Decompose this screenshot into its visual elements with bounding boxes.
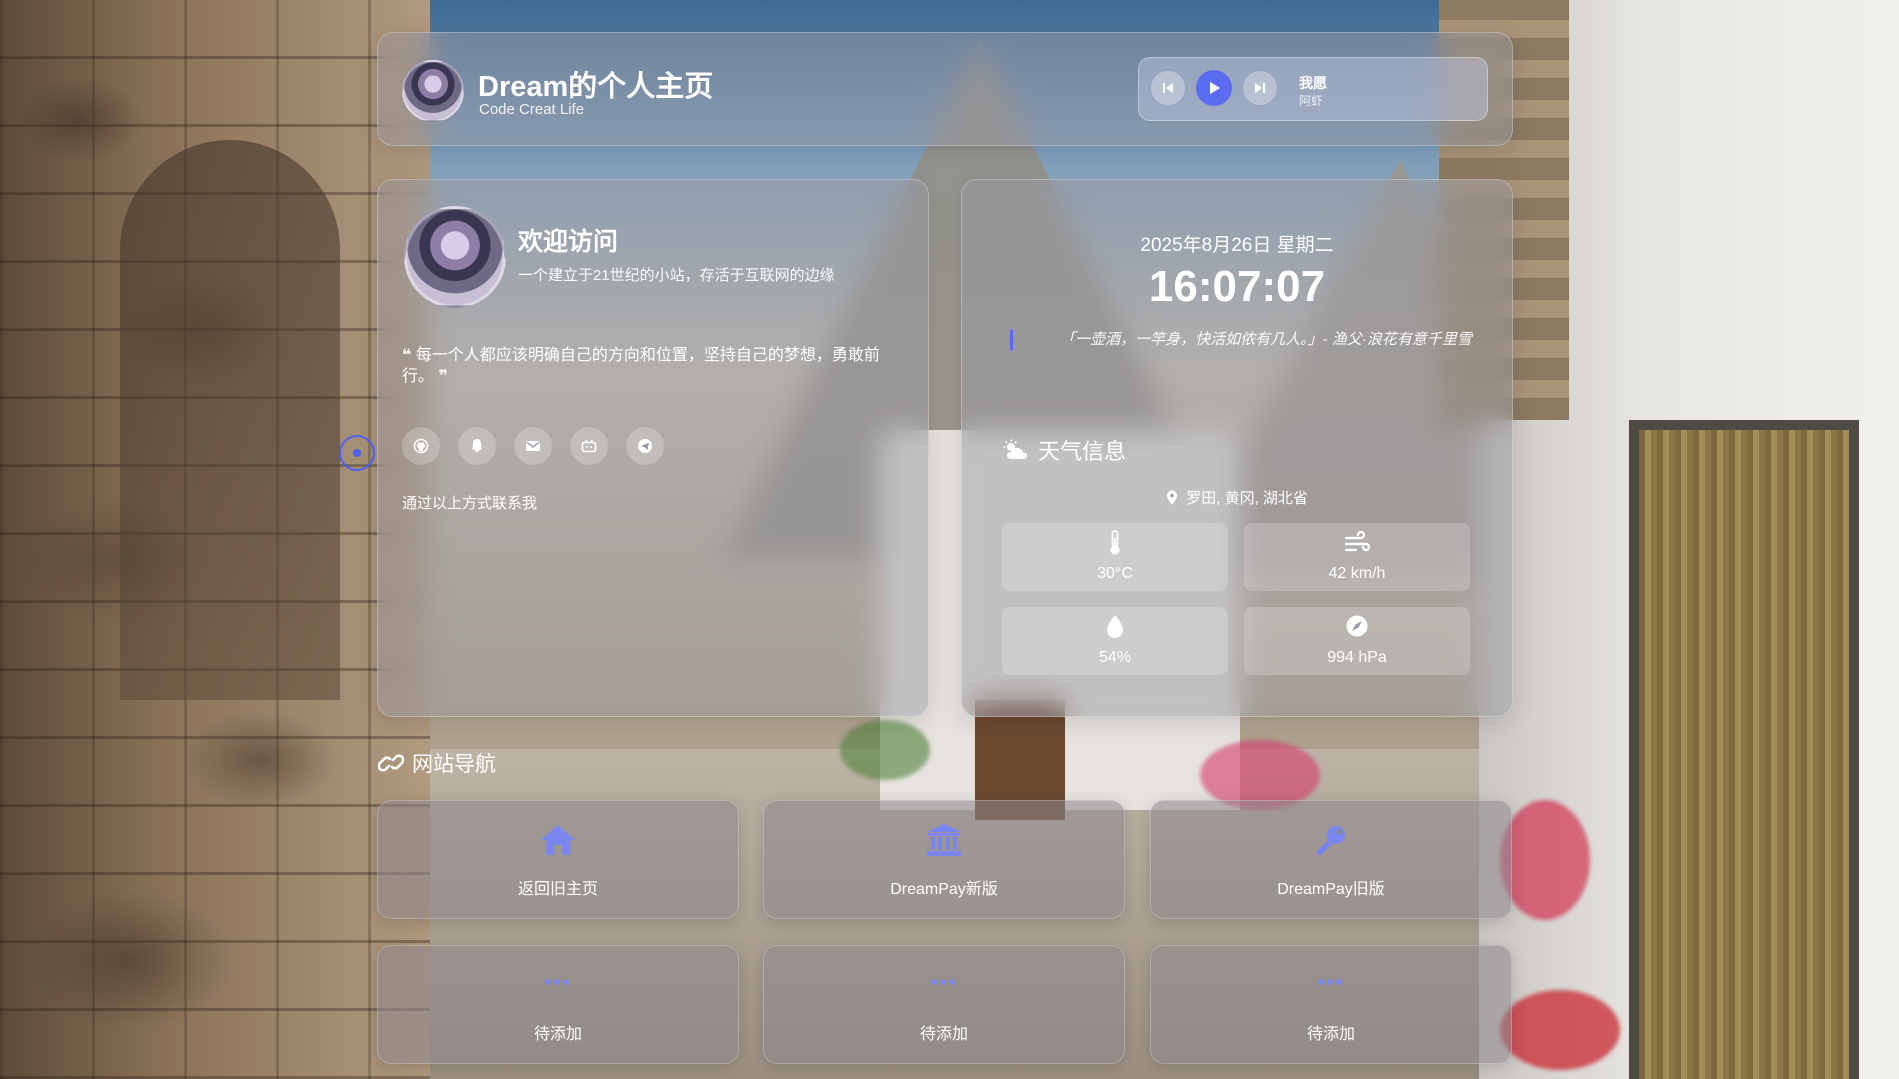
header-avatar[interactable] — [402, 60, 464, 122]
weather-heading: 天气信息 — [1002, 434, 1126, 466]
nav-card-label: 待添加 — [533, 1026, 582, 1043]
ellipsis-icon: ••• — [544, 972, 572, 994]
welcome-heading: 欢迎访问 — [518, 228, 619, 256]
song-artist: 阿虾 — [1299, 94, 1324, 108]
next-icon — [1255, 83, 1265, 93]
ellipsis-icon: ••• — [930, 972, 958, 994]
pressure-value: 994 hPa — [1327, 649, 1387, 666]
weather-location: 罗田, 黄冈, 湖北省 — [962, 487, 1512, 508]
weather-wind: 42 km/h — [1244, 523, 1470, 591]
temperature-value: 30°C — [1097, 565, 1133, 582]
play-icon — [1210, 82, 1220, 94]
nav-card-label: 返回旧主页 — [517, 881, 598, 898]
song-title: 我愿 — [1299, 75, 1327, 91]
social-links — [402, 427, 664, 465]
quote-open-icon: ❝ — [402, 347, 412, 364]
nav-card-dreampay-new[interactable]: DreamPay新版 — [763, 800, 1125, 919]
email-link[interactable] — [514, 427, 552, 465]
pressure-icon — [1346, 615, 1368, 637]
nav-card-label: 待添加 — [919, 1026, 968, 1043]
map-pin-icon — [1167, 490, 1178, 505]
weather-temperature: 30°C — [1002, 523, 1228, 591]
weather-pressure: 994 hPa — [1244, 607, 1470, 675]
prev-icon — [1163, 83, 1173, 93]
contact-note: 通过以上方式联系我 — [402, 495, 538, 512]
github-icon — [413, 438, 429, 454]
profile-tagline: 一个建立于21世纪的小站，存活于互联网的边缘 — [518, 267, 835, 284]
current-date: 2025年8月26日 星期二 — [1140, 235, 1334, 256]
qq-icon — [472, 439, 482, 452]
header-bar: Dream的个人主页 Code Creat Life 我愿 阿虾 — [377, 32, 1513, 146]
nav-card-placeholder-2[interactable]: ••• 待添加 — [763, 945, 1125, 1064]
location-text: 罗田, 黄冈, 湖北省 — [1186, 490, 1308, 507]
nav-card-dreampay-old[interactable]: DreamPay旧版 — [1150, 800, 1512, 919]
site-title: Dream的个人主页 — [478, 71, 714, 103]
nav-card-placeholder-1[interactable]: ••• 待添加 — [377, 945, 739, 1064]
prev-track-button[interactable] — [1151, 71, 1185, 105]
home-icon — [541, 825, 575, 855]
bank-icon — [927, 824, 961, 856]
nav-card-label: 待添加 — [1306, 1026, 1355, 1043]
cursor-ring-icon — [339, 435, 375, 471]
cloud-sun-icon — [1003, 439, 1027, 459]
info-card: 2025年8月26日 星期二 16:07:07 「一壶酒，一竿身，快活如侬有几人… — [961, 179, 1513, 717]
current-time: 16:07:07 — [1148, 262, 1326, 311]
telegram-icon — [638, 439, 652, 453]
ellipsis-icon: ••• — [1317, 972, 1345, 994]
motto-text: 每一个人都应该明确自己的方向和位置，坚持自己的梦想，勇敢前行。 — [402, 347, 880, 385]
weather-title-text: 天气信息 — [1038, 439, 1127, 464]
play-button[interactable] — [1196, 70, 1232, 106]
weather-humidity: 54% — [1002, 607, 1228, 675]
humidity-value: 54% — [1098, 649, 1132, 666]
telegram-link[interactable] — [626, 427, 664, 465]
email-icon — [526, 441, 540, 451]
bilibili-icon — [581, 439, 597, 453]
music-player: 我愿 阿虾 — [1138, 57, 1488, 121]
nav-card-label: DreamPay新版 — [890, 881, 998, 898]
qq-link[interactable] — [458, 427, 496, 465]
motto-quote: ❝ 每一个人都应该明确自己的方向和位置，坚持自己的梦想，勇敢前行。 ❞ — [402, 345, 902, 387]
github-link[interactable] — [402, 427, 440, 465]
nav-card-label: DreamPay旧版 — [1277, 881, 1385, 898]
thermometer-icon — [1110, 530, 1120, 555]
profile-avatar — [404, 206, 506, 308]
profile-card: 欢迎访问 一个建立于21世纪的小站，存活于互联网的边缘 ❝ 每一个人都应该明确自… — [377, 179, 929, 717]
weather-grid: 30°C 42 km/h 54% 994 hPa — [1002, 523, 1470, 675]
wind-value: 42 km/h — [1328, 565, 1386, 582]
poem-quote: 「一壶酒，一竿身，快活如侬有几人。」- 渔父·浪花有意千里雪 — [1010, 330, 1501, 350]
bilibili-link[interactable] — [570, 427, 608, 465]
next-track-button[interactable] — [1243, 71, 1277, 105]
nav-card-placeholder-3[interactable]: ••• 待添加 — [1150, 945, 1512, 1064]
nav-title-text: 网站导航 — [412, 753, 496, 776]
humidity-icon — [1107, 615, 1123, 638]
site-subtitle: Code Creat Life — [479, 101, 585, 118]
key-icon — [1317, 826, 1345, 855]
link-icon — [378, 754, 404, 772]
wind-icon — [1344, 530, 1370, 552]
nav-heading: 网站导航 — [378, 748, 496, 778]
quote-close-icon: ❞ — [438, 368, 448, 385]
nav-card-old-home[interactable]: 返回旧主页 — [377, 800, 739, 919]
